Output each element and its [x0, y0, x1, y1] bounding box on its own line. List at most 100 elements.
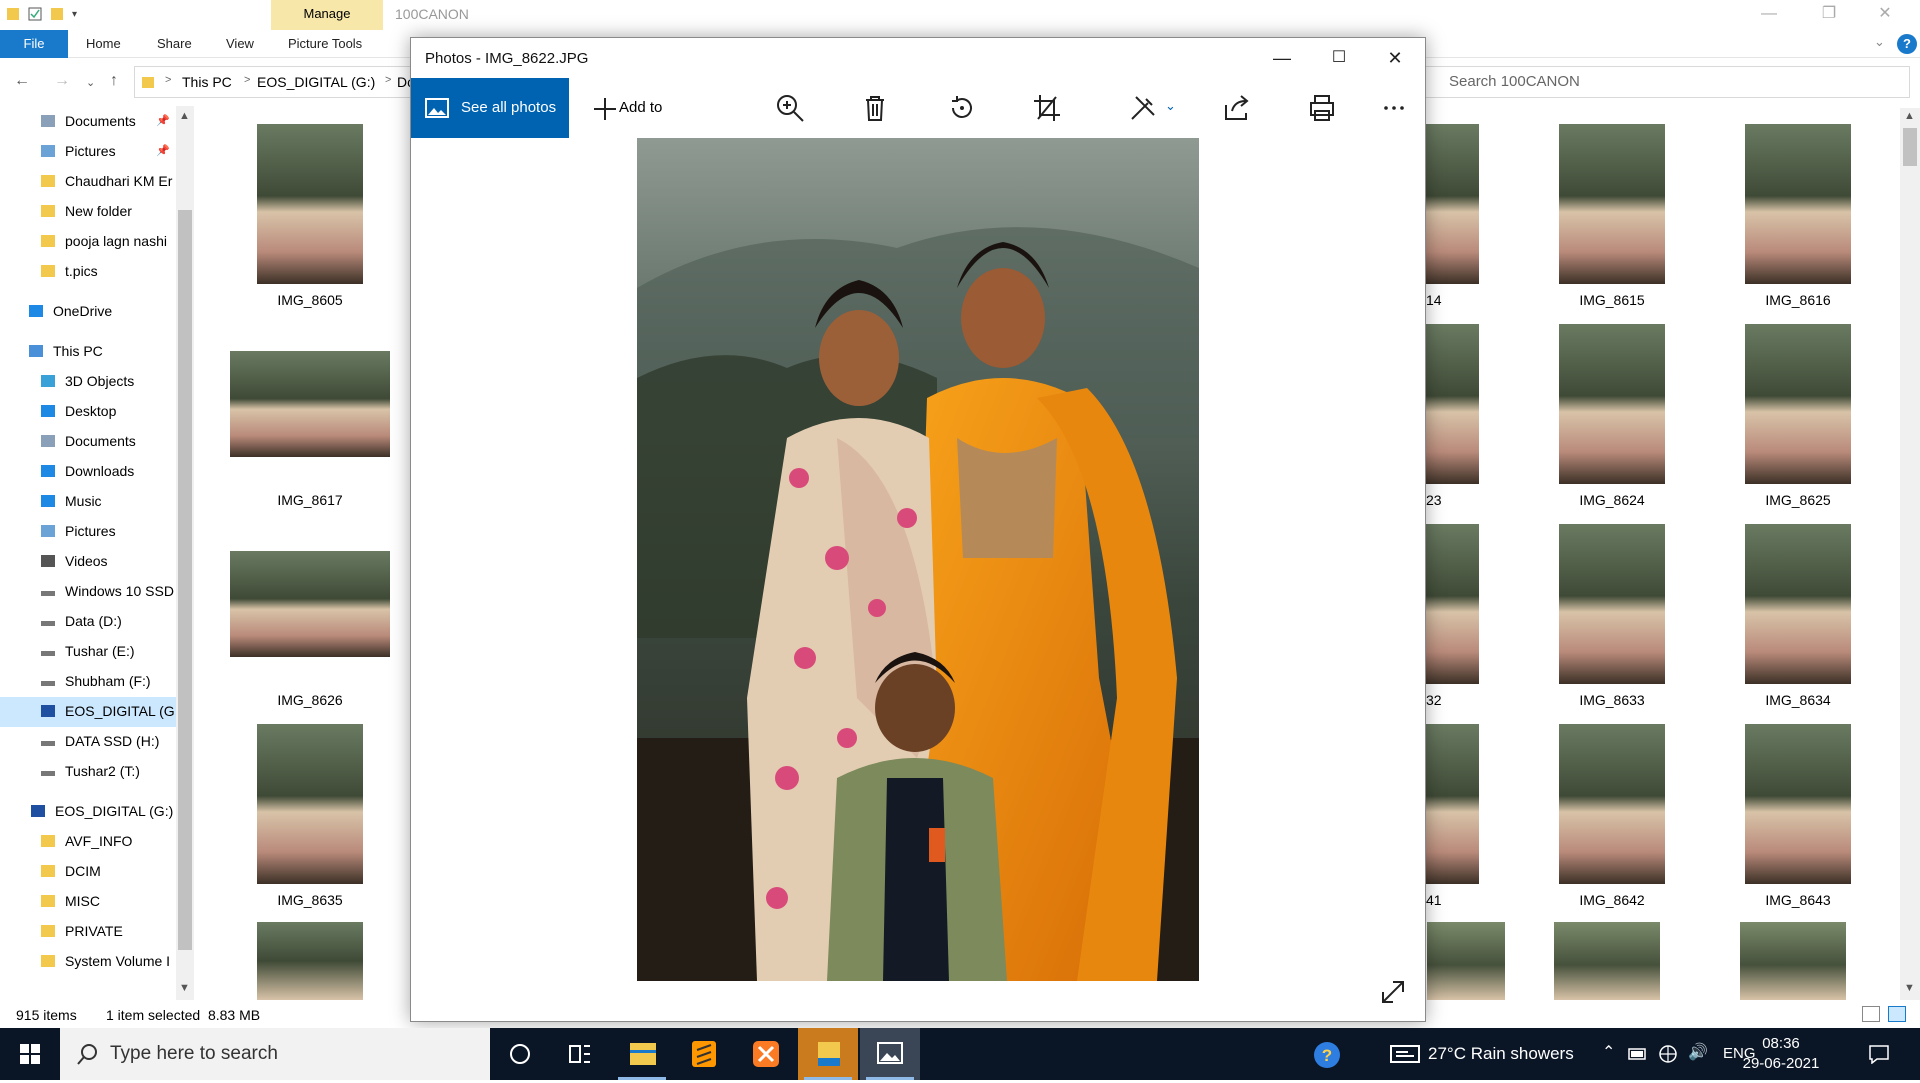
- tab-file[interactable]: File: [0, 30, 68, 58]
- breadcrumb-this-pc[interactable]: This PC: [182, 74, 232, 90]
- nav-item[interactable]: New folder: [0, 196, 176, 226]
- nav-item[interactable]: System Volume I: [0, 946, 176, 976]
- help-tips-icon[interactable]: ?: [1312, 1040, 1342, 1070]
- nav-item[interactable]: This PC: [0, 336, 176, 366]
- weather-icon[interactable]: [1390, 1044, 1420, 1064]
- sticky-file-taskbar-button[interactable]: [798, 1028, 858, 1080]
- nav-item[interactable]: EOS_DIGITAL (G:): [0, 796, 176, 826]
- photos-taskbar-button[interactable]: [860, 1028, 920, 1080]
- nav-item[interactable]: Tushar (E:): [0, 636, 176, 666]
- expand-ribbon-icon[interactable]: ⌄: [1874, 34, 1885, 50]
- print-icon[interactable]: [1307, 93, 1337, 123]
- file-thumbnail[interactable]: [1554, 922, 1660, 1000]
- notifications-icon[interactable]: [1868, 1044, 1890, 1064]
- zoom-icon[interactable]: [775, 93, 805, 123]
- new-folder-icon[interactable]: [50, 6, 64, 22]
- nav-item[interactable]: DATA SSD (H:): [0, 726, 176, 756]
- taskbar-search-input[interactable]: Type here to search: [60, 1028, 490, 1080]
- delete-icon[interactable]: [860, 93, 890, 123]
- nav-item[interactable]: Windows 10 SSD: [0, 576, 176, 606]
- nav-item[interactable]: pooja lagn nashi: [0, 226, 176, 256]
- tab-home[interactable]: Home: [86, 30, 121, 58]
- nav-item[interactable]: Chaudhari KM Er: [0, 166, 176, 196]
- scroll-up-icon[interactable]: ▲: [1904, 110, 1915, 122]
- breadcrumb-drive[interactable]: EOS_DIGITAL (G:): [257, 74, 375, 90]
- xampp-taskbar-button[interactable]: [736, 1028, 796, 1080]
- recent-locations-icon[interactable]: ⌄: [86, 76, 95, 89]
- nav-item[interactable]: OneDrive: [0, 296, 176, 326]
- photos-maximize-button[interactable]: ☐: [1311, 38, 1367, 78]
- forward-button[interactable]: →: [54, 72, 70, 90]
- tab-view[interactable]: View: [226, 30, 254, 58]
- network-icon[interactable]: [1658, 1044, 1678, 1064]
- file-name: IMG_8643: [1765, 892, 1831, 908]
- windows-start-icon[interactable]: [0, 1028, 60, 1080]
- show-hidden-icons[interactable]: ⌃: [1602, 1042, 1615, 1062]
- search-input[interactable]: Search 100CANON: [1410, 66, 1910, 98]
- nav-item[interactable]: Tushar2 (T:): [0, 756, 176, 786]
- scroll-up-icon[interactable]: ▲: [179, 110, 190, 122]
- nav-item[interactable]: Documents 📌: [0, 106, 176, 136]
- see-all-photos-button[interactable]: See all photos: [411, 78, 569, 138]
- scroll-down-icon[interactable]: ▼: [1904, 982, 1915, 994]
- minimize-button[interactable]: —: [1746, 0, 1792, 30]
- nav-item[interactable]: Shubham (F:): [0, 666, 176, 696]
- content-scroll-thumb[interactable]: [1903, 128, 1917, 166]
- nav-item[interactable]: t.pics: [0, 256, 176, 286]
- properties-icon[interactable]: [28, 6, 42, 22]
- tab-share[interactable]: Share: [157, 30, 192, 58]
- photo-preview: [257, 724, 363, 884]
- folder-icon[interactable]: [6, 6, 20, 22]
- tab-picture-tools[interactable]: Picture Tools: [288, 30, 362, 58]
- nav-item[interactable]: DCIM: [0, 856, 176, 886]
- nav-item-label: MISC: [65, 893, 100, 909]
- manage-contextual-tab[interactable]: Manage: [271, 0, 383, 30]
- nav-item[interactable]: 3D Objects: [0, 366, 176, 396]
- scroll-down-icon[interactable]: ▼: [179, 982, 190, 994]
- up-button[interactable]: ↑: [110, 72, 118, 90]
- full-screen-icon[interactable]: [1379, 978, 1407, 1006]
- nav-item[interactable]: Pictures: [0, 516, 176, 546]
- volume-icon[interactable]: 🔊: [1688, 1042, 1708, 1062]
- nav-item[interactable]: Desktop: [0, 396, 176, 426]
- file-thumbnail[interactable]: [257, 922, 363, 1000]
- edit-icon[interactable]: [1128, 93, 1158, 123]
- address-bar[interactable]: > This PC > EOS_DIGITAL (G:) > Dc: [134, 66, 414, 98]
- nav-item[interactable]: Videos: [0, 546, 176, 576]
- cortana-icon[interactable]: [490, 1028, 550, 1080]
- sublime-text-taskbar-button[interactable]: [674, 1028, 734, 1080]
- clock[interactable]: 08:36 29-06-2021: [1738, 1034, 1824, 1074]
- customize-qat-icon[interactable]: ▾: [72, 9, 77, 20]
- help-icon[interactable]: ?: [1897, 34, 1917, 54]
- large-icons-view-icon[interactable]: [1888, 1006, 1906, 1022]
- nav-item[interactable]: Documents: [0, 426, 176, 456]
- nav-item[interactable]: Music: [0, 486, 176, 516]
- battery-icon[interactable]: [1628, 1046, 1648, 1062]
- content-scrollbar[interactable]: ▲ ▼: [1900, 108, 1920, 1000]
- crop-icon[interactable]: [1032, 93, 1062, 123]
- nav-item[interactable]: Downloads: [0, 456, 176, 486]
- nav-item[interactable]: Pictures 📌: [0, 136, 176, 166]
- nav-scroll-thumb[interactable]: [178, 210, 192, 950]
- restore-button[interactable]: ❐: [1806, 0, 1852, 30]
- nav-item[interactable]: AVF_INFO: [0, 826, 176, 856]
- photos-close-button[interactable]: ✕: [1367, 38, 1423, 78]
- share-icon[interactable]: [1222, 93, 1252, 123]
- more-icon[interactable]: [1379, 93, 1409, 123]
- file-thumbnail[interactable]: [1427, 922, 1505, 1000]
- file-explorer-taskbar-button[interactable]: [612, 1028, 672, 1080]
- file-thumbnail[interactable]: [1740, 922, 1846, 1000]
- nav-item[interactable]: MISC: [0, 886, 176, 916]
- back-button[interactable]: ←: [14, 72, 30, 90]
- nav-item[interactable]: Data (D:): [0, 606, 176, 636]
- close-button[interactable]: ✕: [1862, 0, 1908, 30]
- add-to-button[interactable]: Add to: [583, 78, 662, 138]
- nav-item[interactable]: EOS_DIGITAL (G:: [0, 696, 179, 726]
- details-view-icon[interactable]: [1862, 1006, 1880, 1022]
- photos-minimize-button[interactable]: —: [1254, 38, 1310, 78]
- chevron-down-icon[interactable]: ⌄: [1165, 98, 1176, 114]
- nav-item[interactable]: PRIVATE: [0, 916, 176, 946]
- task-view-icon[interactable]: [550, 1028, 610, 1080]
- rotate-icon[interactable]: [947, 93, 977, 123]
- weather-text[interactable]: 27°C Rain showers: [1428, 1028, 1574, 1080]
